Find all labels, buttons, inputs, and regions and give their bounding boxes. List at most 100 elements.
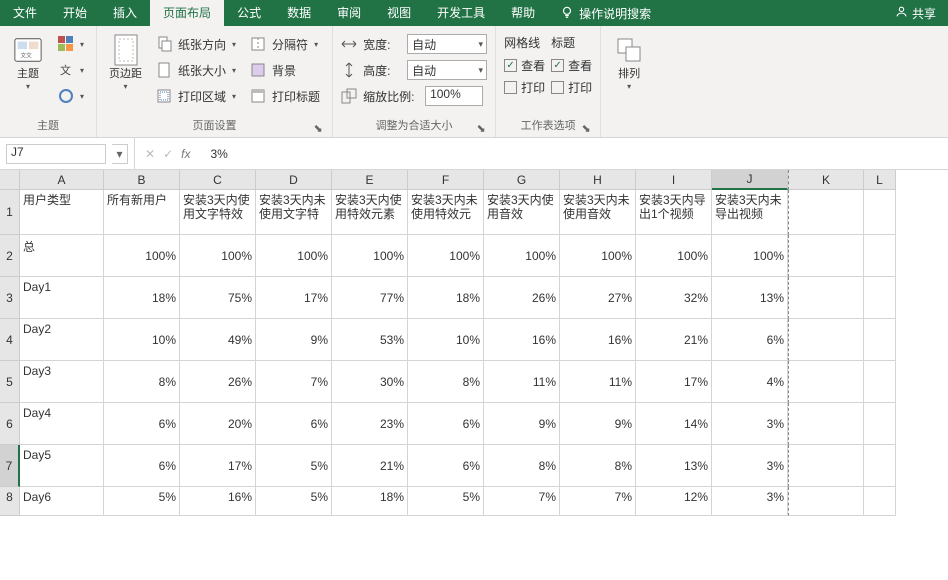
tab-home[interactable]: 开始 [50,0,100,26]
cell[interactable]: 16% [484,319,560,361]
cell[interactable]: 20% [180,403,256,445]
cell[interactable]: 16% [180,487,256,516]
fonts-button[interactable]: 文▾ [54,58,88,82]
cell[interactable] [864,487,896,516]
col-header-F[interactable]: F [408,170,484,190]
cell[interactable]: 100% [560,235,636,277]
tab-developer[interactable]: 开发工具 [424,0,498,26]
tab-data[interactable]: 数据 [274,0,324,26]
cell[interactable] [864,445,896,487]
cell[interactable] [864,361,896,403]
cell[interactable]: 32% [636,277,712,319]
cell[interactable]: 49% [180,319,256,361]
cell[interactable] [788,235,864,277]
cell[interactable]: Day6 [20,487,104,516]
cell[interactable]: 6% [256,403,332,445]
tab-review[interactable]: 审阅 [324,0,374,26]
cell[interactable]: 26% [484,277,560,319]
cell[interactable] [788,190,864,235]
col-header-G[interactable]: G [484,170,560,190]
cell[interactable]: 8% [484,445,560,487]
cell[interactable]: 5% [256,487,332,516]
size-button[interactable]: 纸张大小 ▾ [152,58,240,82]
col-header-H[interactable]: H [560,170,636,190]
cell[interactable] [788,487,864,516]
cell[interactable]: 100% [104,235,180,277]
cell[interactable]: 5% [256,445,332,487]
cell[interactable] [788,361,864,403]
cell[interactable] [864,403,896,445]
cell[interactable]: 用户类型 [20,190,104,235]
cell[interactable]: 30% [332,361,408,403]
cell[interactable]: 5% [408,487,484,516]
name-box-dropdown[interactable]: ▾ [112,144,128,164]
cell[interactable]: 18% [408,277,484,319]
share-button[interactable]: 共享 [883,0,948,26]
row-header-2[interactable]: 2 [0,235,20,277]
cancel-icon[interactable]: ✕ [145,147,155,161]
cell[interactable]: 6% [104,445,180,487]
cell[interactable] [788,445,864,487]
cell[interactable]: 安装3天内未使用文字特 [256,190,332,235]
cell[interactable]: 安装3天内未导出视频 [712,190,788,235]
headings-view-check[interactable]: ✓查看 [551,54,592,76]
colors-button[interactable]: ▾ [54,32,88,56]
col-header-K[interactable]: K [788,170,864,190]
formula-input[interactable]: 3% [200,138,948,169]
cell[interactable]: 3% [712,487,788,516]
print-area-button[interactable]: 打印区域 ▾ [152,84,240,108]
cell[interactable]: 5% [104,487,180,516]
cell[interactable]: 7% [256,361,332,403]
cell[interactable]: 53% [332,319,408,361]
cell[interactable]: 100% [712,235,788,277]
row-header-3[interactable]: 3 [0,277,20,319]
row-header-8[interactable]: 8 [0,487,20,516]
cell[interactable]: 18% [104,277,180,319]
cell[interactable]: 总 [20,235,104,277]
row-header-1[interactable]: 1 [0,190,20,235]
cell[interactable]: 12% [636,487,712,516]
cell[interactable]: 13% [712,277,788,319]
cell[interactable]: 9% [560,403,636,445]
themes-button[interactable]: 文文 主题▾ [8,30,48,96]
cell[interactable]: 26% [180,361,256,403]
cell[interactable]: 安装3天内未使用特效元 [408,190,484,235]
orientation-button[interactable]: 纸张方向 ▾ [152,32,240,56]
cell[interactable]: 7% [560,487,636,516]
cell[interactable]: 8% [408,361,484,403]
col-header-B[interactable]: B [104,170,180,190]
cell[interactable]: 17% [180,445,256,487]
col-header-L[interactable]: L [864,170,896,190]
dialog-launcher-icon[interactable]: ⬊ [312,122,324,134]
tab-file[interactable]: 文件 [0,0,50,26]
cell[interactable]: 11% [560,361,636,403]
cell[interactable]: 10% [408,319,484,361]
cell[interactable]: 100% [332,235,408,277]
cell[interactable]: 17% [636,361,712,403]
name-box[interactable]: J7 [6,144,106,164]
row-header-7[interactable]: 7 [0,445,20,487]
cell[interactable]: 安装3天内使用音效 [484,190,560,235]
select-all-corner[interactable] [0,170,20,190]
cell[interactable]: 18% [332,487,408,516]
cell[interactable] [864,277,896,319]
margins-button[interactable]: 页边距▾ [105,30,146,96]
tab-view[interactable]: 视图 [374,0,424,26]
row-header-6[interactable]: 6 [0,403,20,445]
cell[interactable]: 所有新用户 [104,190,180,235]
scale-input[interactable]: 100% [425,86,483,106]
cell[interactable]: Day2 [20,319,104,361]
cell[interactable]: 100% [484,235,560,277]
cell[interactable]: 8% [560,445,636,487]
col-header-A[interactable]: A [20,170,104,190]
breaks-button[interactable]: 分隔符 ▾ [246,32,324,56]
cell[interactable]: 77% [332,277,408,319]
cell[interactable]: Day4 [20,403,104,445]
cell[interactable]: 6% [408,403,484,445]
cell[interactable]: 100% [180,235,256,277]
cell[interactable] [788,319,864,361]
cell[interactable]: 安装3天内未使用音效 [560,190,636,235]
tab-formulas[interactable]: 公式 [224,0,274,26]
cell[interactable]: 100% [636,235,712,277]
cell[interactable]: 8% [104,361,180,403]
